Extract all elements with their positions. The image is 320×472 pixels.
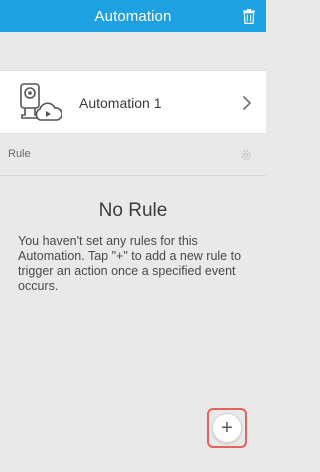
rule-section-header: Rule: [0, 134, 266, 176]
trash-icon[interactable]: [242, 8, 256, 24]
automation-screen: Automation Automation 1 Rule No Rule You…: [0, 0, 266, 472]
gear-icon[interactable]: [239, 148, 253, 162]
add-rule-button[interactable]: +: [212, 413, 242, 443]
header-bar: Automation: [0, 0, 266, 32]
chevron-right-icon: [242, 96, 252, 110]
rule-label: Rule: [8, 148, 31, 160]
empty-state-description: You haven't set any rules for this Autom…: [18, 234, 242, 293]
device-name: Automation 1: [79, 95, 162, 111]
camera-cloud-icon: [18, 82, 63, 124]
page-title: Automation: [94, 7, 172, 25]
empty-state-title: No Rule: [98, 200, 168, 221]
add-rule-highlight: +: [207, 408, 247, 448]
device-row[interactable]: Automation 1: [0, 70, 266, 134]
